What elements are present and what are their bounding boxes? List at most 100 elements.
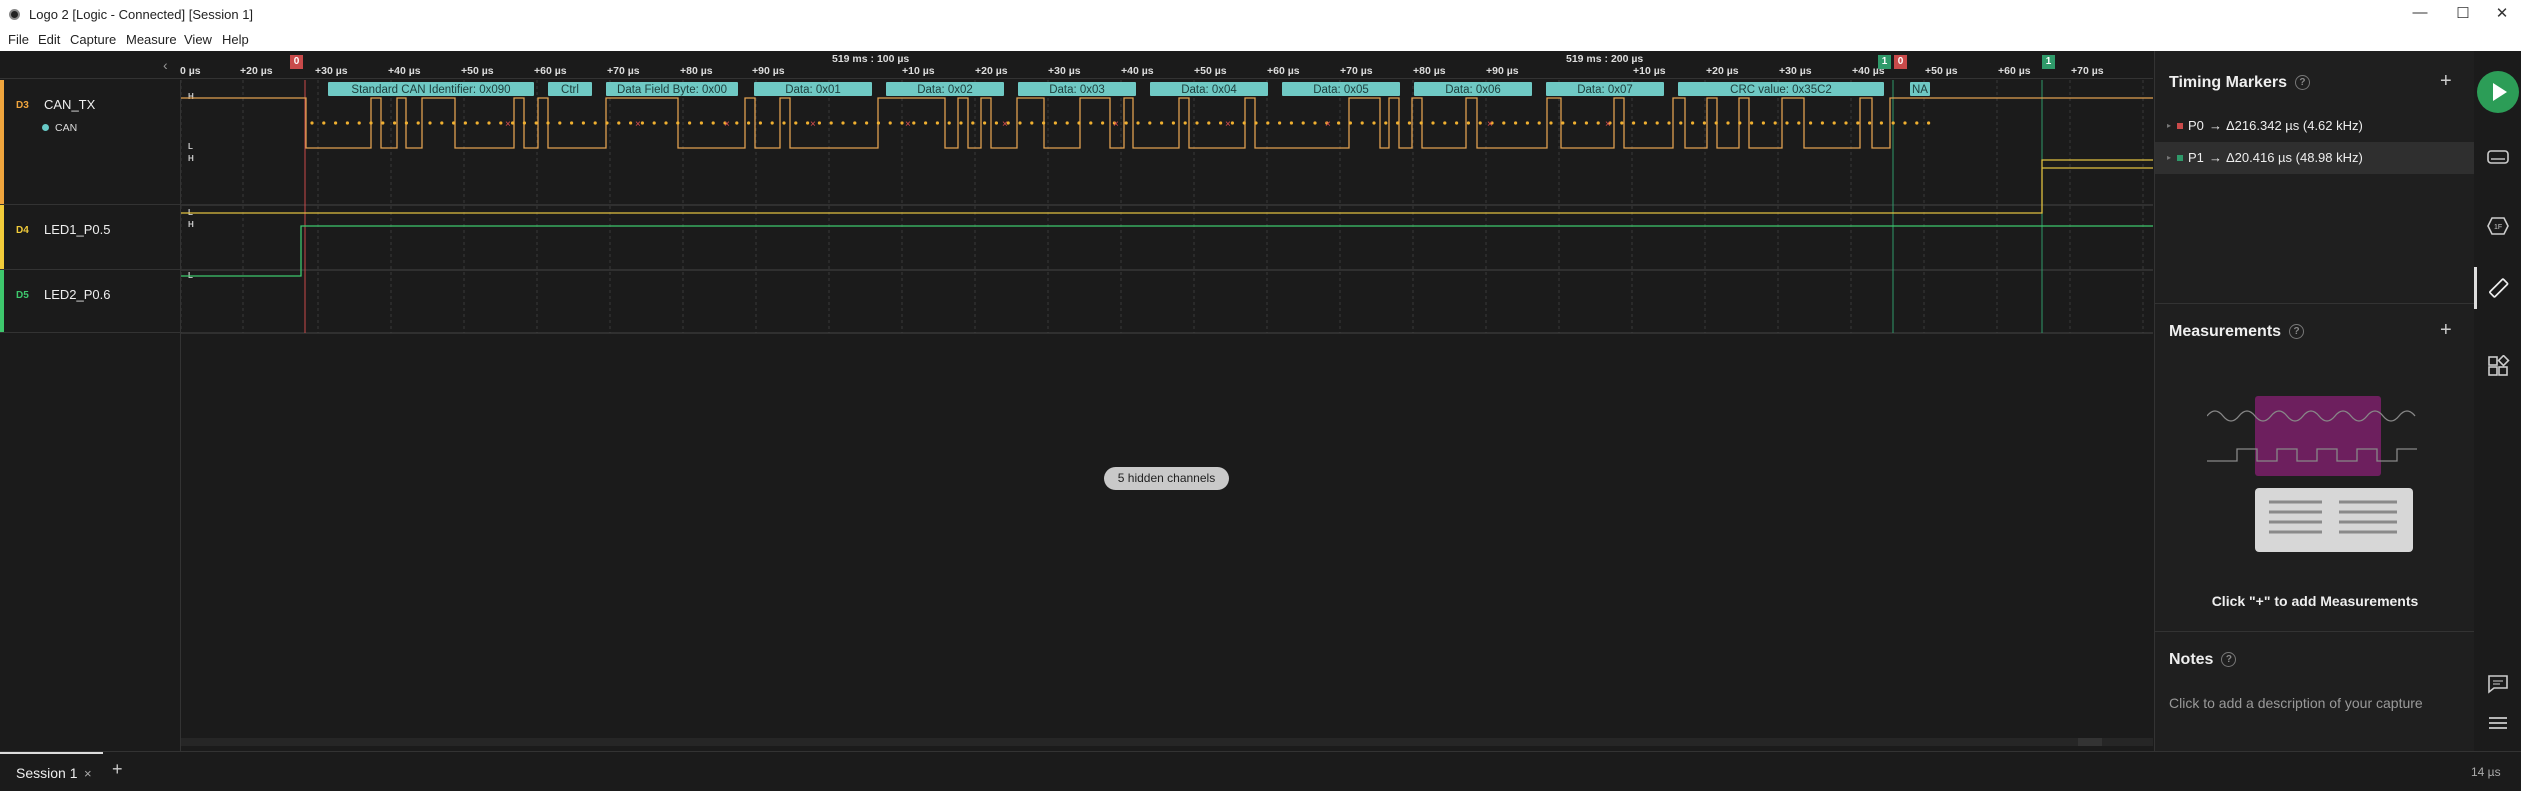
menu-help[interactable]: Help [222,32,249,47]
stuff-bit-icon: × [810,119,816,130]
bit-sample-dot [1466,121,1470,125]
channel-name[interactable]: LED1_P0.5 [44,222,111,237]
maximize-button[interactable]: ☐ [2451,4,2475,24]
marker-p0-flag[interactable]: 0 [1894,55,1907,69]
measurements-empty-text: Click "+" to add Measurements [2211,593,2419,609]
add-measurement-button[interactable]: + [2440,319,2452,342]
bit-sample-dot [1525,121,1529,125]
minimize-button[interactable]: — [2408,4,2432,24]
analyzer-label[interactable]: CAN [42,122,77,134]
bit-sample-dot [1372,121,1376,125]
channel-row-d5[interactable]: D5 LED2_P0.6 [0,270,181,333]
bit-sample-dot [1726,121,1730,125]
ruler-tick-label: +80 µs [1413,65,1446,77]
ruler-icon[interactable] [2486,276,2510,300]
collapse-labels-icon[interactable]: ‹ [163,57,168,73]
session-tab-label: Session 1 [16,765,78,781]
bit-sample-dot [463,121,467,125]
analyzers-icon[interactable]: 1F [2486,214,2510,238]
bit-sample-dot [688,121,692,125]
marker-p1-flag[interactable]: 1 [1878,55,1891,69]
bit-sample-dot [1171,121,1175,125]
bit-sample-dot [452,121,456,125]
ruler-tick-label: +70 µs [2071,65,2104,77]
bit-sample-dot [983,121,987,125]
notes-input[interactable]: Click to add a description of your captu… [2169,695,2423,711]
ruler-tick-label: +60 µs [1998,65,2031,77]
measurements-title-text: Measurements [2169,323,2282,340]
bit-sample-dot [829,121,833,125]
close-session-icon[interactable]: × [84,766,92,781]
can-frame-label: Data Field Byte: 0x00 [617,84,727,96]
channel-name[interactable]: CAN_TX [44,97,95,112]
bit-sample-dot [1809,121,1813,125]
menu-capture[interactable]: Capture [70,32,116,47]
feedback-icon[interactable] [2486,672,2510,696]
channel-row-d3[interactable]: D3 CAN_TX CAN [0,80,181,205]
marker-row-p1[interactable]: ▸ P1 → Δ20.416 µs (48.98 kHz) [2155,142,2475,174]
channel-color-bar [0,205,4,269]
bit-sample-dot [1655,121,1659,125]
menu-view[interactable]: View [184,32,212,47]
notes-title: Notes? [2169,651,2237,669]
bit-sample-dot [1927,121,1931,125]
bit-sample-dot [888,121,892,125]
bit-sample-dot [629,121,633,125]
channel-row-d4[interactable]: D4 LED1_P0.5 [0,205,181,270]
bit-sample-dot [971,121,975,125]
extensions-icon[interactable] [2486,355,2510,379]
menu-icon[interactable] [2486,711,2510,735]
help-icon[interactable]: ? [2289,324,2305,340]
waveform-canvas[interactable]: ‹ 519 ms : 100 µs 519 ms : 200 µs 0 µs +2… [0,51,2153,751]
channel-number: D3 [16,100,29,111]
bit-sample-dot [440,121,444,125]
marker-p0-flag[interactable]: 0 [290,55,303,69]
menu-file[interactable]: File [8,32,29,47]
hidden-channels-button[interactable]: 5 hidden channels [1104,467,1229,490]
device-icon[interactable] [2486,145,2510,169]
add-session-button[interactable]: + [112,759,123,780]
waveform-plot[interactable]: HLHLHL× × × × × × × × × × ×Standard CAN Identifier… [0,80,2153,751]
add-marker-button[interactable]: + [2440,70,2452,93]
session-tab[interactable]: Session 1 × [0,752,103,790]
bit-sample-dot [1903,121,1907,125]
bit-sample-dot [1207,121,1211,125]
time-ruler[interactable]: ‹ 519 ms : 100 µs 519 ms : 200 µs 0 µs +2… [0,51,2153,79]
bit-sample-dot [510,121,515,125]
bit-sample-dot [1089,121,1093,125]
can-frame-label: NA [1912,84,1928,96]
bit-sample-dot [1443,121,1447,125]
stuff-bit-icon: × [505,119,511,130]
menu-measure[interactable]: Measure [126,32,177,47]
channel-name[interactable]: LED2_P0.6 [44,287,111,302]
start-capture-button[interactable] [2477,71,2519,113]
ruler-tick-label: +90 µs [1486,65,1519,77]
ruler-tick-label: +20 µs [240,65,273,77]
bit-sample-dot [404,121,408,125]
marker-row-p0[interactable]: ▸ P0 → Δ216.342 µs (4.62 kHz) [2155,110,2475,142]
analyzer-name: CAN [55,122,78,134]
ruler-tick-label: +60 µs [1267,65,1300,77]
bit-sample-dot [487,121,491,125]
level-label: H [188,154,194,163]
bit-sample-dot [1254,121,1258,125]
menu-edit[interactable]: Edit [38,32,60,47]
close-window-button[interactable]: ✕ [2490,4,2514,24]
channel-labels: D3 CAN_TX CAN D4 LED1_P0.5 D5 LED2_P0.6 [0,80,181,751]
expand-icon[interactable]: ▸ [2167,121,2171,130]
bit-sample-dot [1738,121,1742,125]
stuff-bit-icon: × [724,119,730,130]
help-icon[interactable]: ? [2221,652,2237,668]
bit-sample-dot [1101,121,1105,125]
marker-p1-flag[interactable]: 1 [2042,55,2055,69]
bit-sample-dot [334,121,338,125]
bit-sample-dot [1030,121,1034,125]
expand-icon[interactable]: ▸ [2167,153,2171,162]
help-icon[interactable]: ? [2294,75,2310,91]
timing-markers-title: Timing Markers? [2169,74,2310,92]
bit-sample-dot [1360,121,1364,125]
bit-sample-dot [806,121,810,125]
bit-sample-dot [1136,121,1140,125]
title-bar: Logo 2 [Logic - Connected] [Session 1] —… [0,0,2521,29]
marker-delta: Δ20.416 µs (48.98 kHz) [2226,150,2363,165]
